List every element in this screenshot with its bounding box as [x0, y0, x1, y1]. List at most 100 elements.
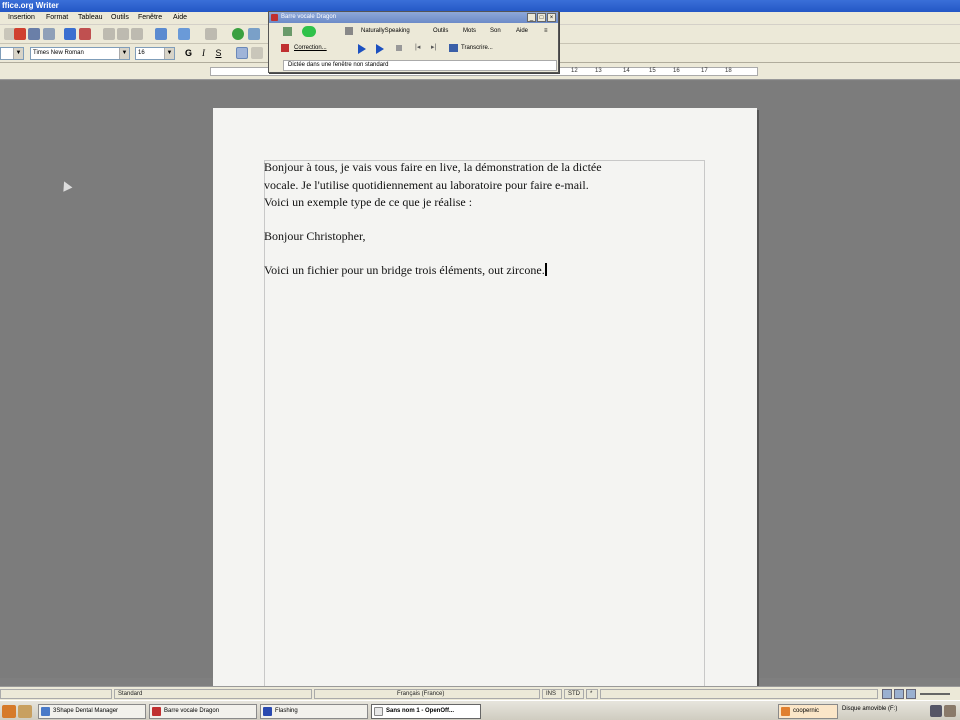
font-size-select[interactable]: 16 ▼	[135, 47, 175, 60]
taskbar-item-label: 3Shape Dental Manager	[53, 708, 119, 714]
menu-aide[interactable]: Aide	[173, 14, 187, 21]
document-area[interactable]: Bonjour à tous, je vais vous faire en li…	[0, 81, 960, 700]
dragon-title: Barre vocale Dragon	[281, 14, 337, 20]
play-that-back-icon[interactable]	[376, 44, 384, 54]
bold-button[interactable]: G	[183, 47, 194, 59]
ruler-tick: 15	[649, 68, 656, 74]
dragon-options-icon[interactable]: ≡	[544, 28, 548, 34]
dragon-menu-outils[interactable]: Outils	[433, 28, 448, 34]
align-left-icon[interactable]	[236, 47, 248, 59]
paragraph-style-select[interactable]: ▼	[0, 47, 24, 60]
print-icon[interactable]	[28, 28, 40, 40]
view-single-page-icon[interactable]	[882, 689, 892, 699]
dragon-logo-icon	[152, 707, 161, 716]
document-line-text: Voici un fichier pour un bridge trois él…	[264, 263, 545, 277]
status-language[interactable]: Français (France)	[314, 689, 540, 699]
tray-item[interactable]: coopernic	[778, 704, 838, 719]
correction-button[interactable]: Correction...	[294, 45, 327, 51]
window-title: ffice.org Writer	[2, 1, 59, 10]
table-icon[interactable]	[248, 28, 260, 40]
dragon-menu-aide[interactable]: Aide	[516, 28, 528, 34]
font-name-select[interactable]: Times New Roman ▼	[30, 47, 130, 60]
minimize-icon[interactable]: _	[527, 13, 536, 22]
dragon-message: Dictée dans une fenêtre non standard	[283, 60, 557, 71]
next-icon[interactable]: ▸|	[431, 43, 436, 51]
taskbar-item[interactable]: Flashing	[260, 704, 368, 719]
correction-icon	[281, 44, 289, 52]
spellcheck-icon[interactable]	[64, 28, 76, 40]
app-icon	[41, 707, 50, 716]
taskbar: 3Shape Dental Manager Barre vocale Drago…	[0, 700, 960, 720]
menu-tableau[interactable]: Tableau	[78, 14, 103, 21]
document-line-current[interactable]: Voici un fichier pour un bridge trois él…	[264, 263, 547, 278]
taskbar-item-label: Flashing	[275, 708, 298, 714]
status-insert-mode[interactable]: INS	[542, 689, 562, 699]
quick-launch-icon[interactable]	[2, 705, 16, 718]
menu-format[interactable]: Format	[46, 14, 68, 21]
dragon-menu-mots[interactable]: Mots	[463, 28, 476, 34]
status-signature	[600, 689, 878, 699]
transcribe-button[interactable]: Transcrire...	[461, 45, 493, 51]
dragon-menu-son[interactable]: Son	[490, 28, 501, 34]
dragon-title-bar[interactable]: Barre vocale Dragon _ □ ×	[269, 12, 558, 23]
taskbar-item-active[interactable]: Sans nom 1 - OpenOff...	[371, 704, 481, 719]
maximize-icon[interactable]: □	[537, 13, 546, 22]
document-line[interactable]: Bonjour Christopher,	[264, 229, 366, 244]
tray-icon[interactable]	[944, 705, 956, 717]
app-icon	[263, 707, 272, 716]
dragon-logo-icon	[271, 14, 278, 21]
document-line[interactable]: Voici un exemple type de ce que je réali…	[264, 195, 472, 210]
close-icon[interactable]: ×	[547, 13, 556, 22]
play-icon[interactable]	[358, 44, 366, 54]
taskbar-item-label: Sans nom 1 - OpenOff...	[386, 708, 455, 714]
dragon-voice-bar: Barre vocale Dragon _ □ × NaturallySpeak…	[268, 11, 559, 73]
ruler-tick: 16	[673, 68, 680, 74]
taskbar-item[interactable]: 3Shape Dental Manager	[38, 704, 146, 719]
status-style[interactable]: Standard	[114, 689, 312, 699]
tray-icon[interactable]	[930, 705, 942, 717]
view-book-icon[interactable]	[906, 689, 916, 699]
paste-icon[interactable]	[131, 28, 143, 40]
previous-icon[interactable]: |◂	[415, 43, 420, 51]
underline-button[interactable]: S	[213, 47, 224, 59]
dragon-menu-row: NaturallySpeaking Outils Mots Son Aide ≡	[269, 25, 558, 38]
ruler-tick: 13	[595, 68, 602, 74]
ruler-tick: 18	[725, 68, 732, 74]
copy-icon[interactable]	[117, 28, 129, 40]
view-multi-page-icon[interactable]	[894, 689, 904, 699]
menu-fenetre[interactable]: Fenêtre	[138, 14, 162, 21]
page-preview-icon[interactable]	[43, 28, 55, 40]
document-line[interactable]: vocale. Je l'utilise quotidiennement au …	[264, 178, 589, 193]
dragon-controls-row: Correction... |◂ ▸| Transcrire...	[269, 42, 558, 55]
undo-icon[interactable]	[178, 28, 190, 40]
font-name-value: Times New Roman	[33, 50, 84, 56]
chevron-down-icon: ▼	[119, 48, 129, 59]
status-selection-mode[interactable]: STD	[564, 689, 584, 699]
align-center-icon[interactable]	[251, 47, 263, 59]
ruler-tick: 12	[571, 68, 578, 74]
writer-icon	[374, 707, 383, 716]
ruler-tick: 14	[623, 68, 630, 74]
transcribe-icon	[449, 44, 458, 52]
autospell-icon[interactable]	[79, 28, 91, 40]
redo-icon[interactable]	[205, 28, 217, 40]
italic-button[interactable]: I	[198, 47, 209, 59]
tray-text: Disque amovible (F:)	[842, 706, 898, 712]
dragon-menu-naturallyspeaking[interactable]: NaturallySpeaking	[361, 28, 410, 34]
document-line[interactable]: Bonjour à tous, je vais vous faire en li…	[264, 160, 602, 175]
hyperlink-icon[interactable]	[232, 28, 244, 40]
export-pdf-icon[interactable]	[14, 28, 26, 40]
cut-icon[interactable]	[103, 28, 115, 40]
zoom-slider[interactable]	[920, 693, 950, 695]
microphone-icon[interactable]	[283, 27, 292, 36]
stop-icon[interactable]	[396, 45, 402, 51]
document-page[interactable]: Bonjour à tous, je vais vous faire en li…	[213, 108, 757, 700]
status-page	[0, 689, 112, 699]
menu-outils[interactable]: Outils	[111, 14, 129, 21]
format-paintbrush-icon[interactable]	[155, 28, 167, 40]
menu-insertion[interactable]: Insertion	[8, 14, 35, 21]
status-bar: Standard Français (France) INS STD *	[0, 686, 960, 700]
chevron-down-icon: ▼	[13, 48, 23, 59]
quick-launch-icon[interactable]	[18, 705, 32, 718]
taskbar-item[interactable]: Barre vocale Dragon	[149, 704, 257, 719]
